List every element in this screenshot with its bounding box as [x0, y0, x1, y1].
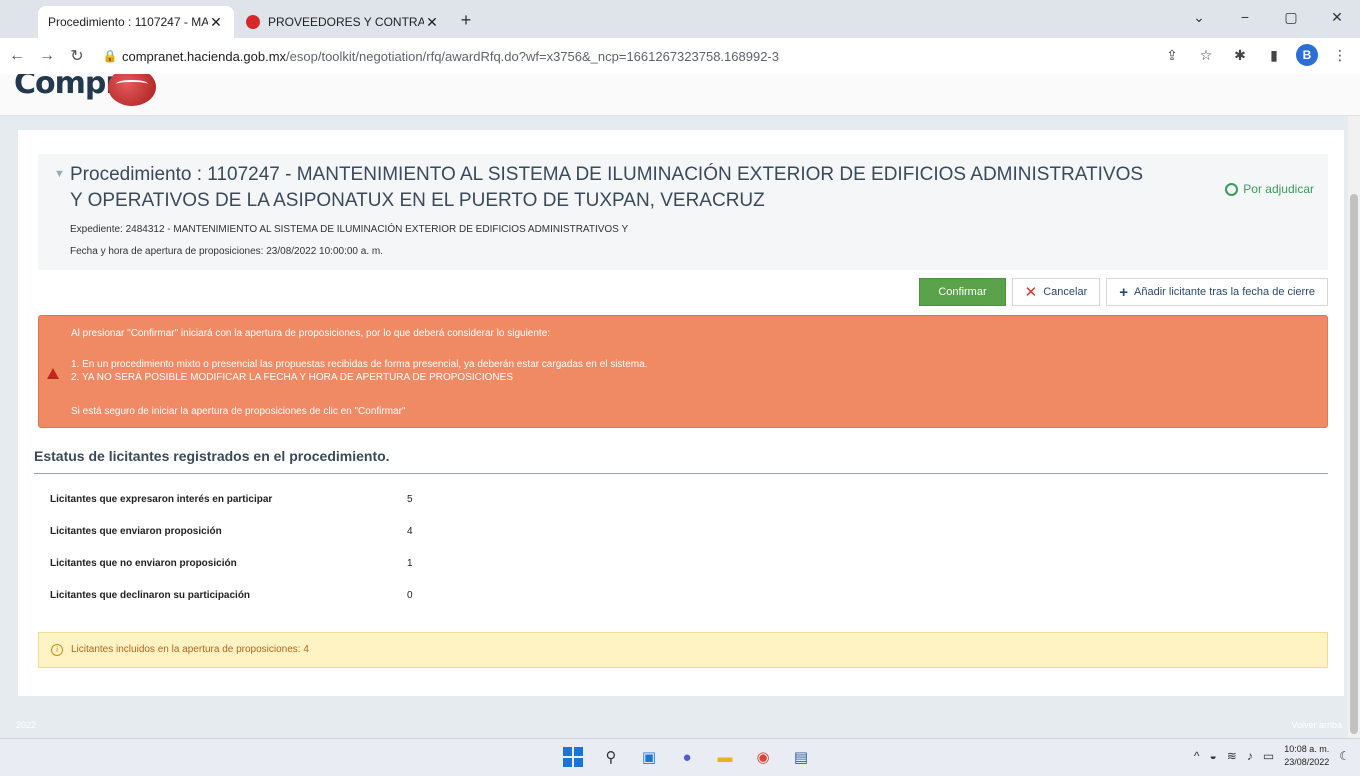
battery-icon[interactable]: ▭ — [1263, 749, 1274, 763]
main-panel: ▼ Procedimiento : 1107247 - MANTENIMIENT… — [18, 130, 1344, 696]
window-controls: ⌄ − ▢ ✕ — [1176, 0, 1360, 34]
section-divider — [34, 473, 1328, 474]
tab-proveedores[interactable]: PROVEEDORES Y CONTRATISTAS ✕ — [236, 6, 450, 38]
site-header: Compra — [0, 74, 1360, 116]
info-icon: i — [51, 644, 63, 656]
stat-label: Licitantes que expresaron interés en par… — [50, 494, 273, 505]
warning-alert: Al presionar "Confirmar" iniciará con la… — [38, 315, 1328, 428]
tab-title: PROVEEDORES Y CONTRATISTAS — [268, 15, 424, 29]
stat-value: 0 — [407, 590, 413, 601]
back-arrow-icon[interactable]: ← — [4, 43, 30, 69]
favicon-icon — [246, 15, 260, 29]
notification-icon[interactable]: ☾ — [1339, 749, 1350, 763]
tab-procedimiento[interactable]: Procedimiento : 1107247 - MAN ✕ — [38, 6, 234, 38]
warning-line-3: 2. YA NO SERÁ POSIBLE MODIFICAR LA FECHA… — [71, 372, 513, 383]
stat-value: 5 — [407, 494, 413, 505]
clock-icon — [1225, 182, 1239, 196]
browser-tab-bar: Procedimiento : 1107247 - MAN ✕ PROVEEDO… — [0, 0, 1360, 38]
menu-icon[interactable]: ⋮ — [1328, 43, 1352, 67]
warning-line-2: 1. En un procedimiento mixto o presencia… — [71, 359, 648, 370]
chevron-up-icon[interactable]: ^ — [1194, 749, 1200, 763]
system-tray: ^ ◒ ≋ ♪ ▭ 10:08 a. m. 23/08/2022 ☾ — [1194, 743, 1350, 769]
search-icon[interactable]: ⚲ — [600, 745, 622, 769]
extensions-icon[interactable]: ✱ — [1228, 43, 1252, 67]
tab-title: Procedimiento : 1107247 - MAN — [48, 15, 208, 29]
add-bidder-button[interactable]: + Añadir licitante tras la fecha de cierr… — [1106, 278, 1328, 306]
logo-globe-icon — [108, 74, 156, 106]
wifi-icon[interactable]: ≋ — [1227, 749, 1237, 763]
procedure-title: Procedimiento : 1107247 - MANTENIMIENTO … — [70, 164, 1144, 211]
new-tab-button[interactable]: + — [456, 10, 476, 31]
reload-icon[interactable]: ↻ — [64, 43, 90, 69]
address-bar[interactable]: compranet.hacienda.gob.mx/esop/toolkit/n… — [122, 49, 779, 64]
footer-year: 2022 — [16, 720, 37, 730]
word-icon[interactable]: ▤ — [790, 745, 812, 769]
clock-date: 23/08/2022 — [1284, 757, 1330, 767]
warning-line-1: Al presionar "Confirmar" iniciará con la… — [71, 328, 551, 339]
forward-arrow-icon[interactable]: → — [34, 43, 60, 69]
collapse-caret-icon[interactable]: ▼ — [54, 168, 65, 180]
network-icon[interactable]: ◒ — [1210, 749, 1217, 763]
scrollbar-thumb[interactable] — [1350, 194, 1358, 734]
file-explorer-icon[interactable]: ▬ — [714, 745, 736, 769]
add-bidder-label: Añadir licitante tras la fecha de cierre — [1134, 286, 1315, 298]
url-path: /esop/toolkit/negotiation/rfq/awardRfq.d… — [286, 48, 779, 64]
toolbar-actions: ⇪ ☆ ✱ ▮ B ⋮ — [1160, 43, 1352, 67]
confirm-button[interactable]: Confirmar — [919, 278, 1006, 306]
volume-icon[interactable]: ♪ — [1247, 749, 1253, 763]
stat-value: 1 — [407, 558, 413, 569]
action-buttons: Confirmar ✕ Cancelar + Añadir licitante tr… — [919, 278, 1328, 306]
cancel-label: Cancelar — [1043, 286, 1088, 298]
taskbar-apps: ⚲ ▣ ● ▬ ◉ ▤ — [562, 745, 812, 769]
stat-value: 4 — [407, 526, 413, 537]
sidepanel-icon[interactable]: ▮ — [1262, 43, 1286, 67]
chat-icon[interactable]: ● — [676, 745, 698, 769]
window-close-button[interactable]: ✕ — [1314, 0, 1360, 34]
stat-label: Licitantes que no enviaron proposición — [50, 558, 237, 569]
page-scrollbar[interactable] — [1348, 116, 1360, 738]
stat-label: Licitantes que declinaron su participaci… — [50, 590, 251, 601]
url-host: compranet.hacienda.gob.mx — [122, 48, 287, 64]
profile-avatar[interactable]: B — [1296, 44, 1318, 66]
chrome-icon[interactable]: ◉ — [752, 745, 774, 769]
windows-taskbar: ⚲ ▣ ● ▬ ◉ ▤ ^ ◒ ≋ ♪ ▭ 10:08 a. m. 23/08/… — [0, 738, 1360, 776]
clock-time: 10:08 a. m. — [1284, 744, 1330, 754]
star-icon[interactable]: ☆ — [1194, 43, 1218, 67]
status-label: Por adjudicar — [1243, 182, 1314, 196]
fecha-apertura-text: Fecha y hora de apertura de proposicione… — [70, 246, 383, 257]
lock-icon[interactable]: 🔒 — [100, 49, 120, 63]
share-icon[interactable]: ⇪ — [1160, 43, 1184, 67]
x-icon: ✕ — [1024, 284, 1038, 301]
warning-triangle-icon — [47, 368, 59, 379]
info-text: Licitantes incluidos en la apertura de p… — [71, 644, 309, 655]
stat-label: Licitantes que enviaron proposición — [50, 526, 222, 537]
maximize-button[interactable]: ▢ — [1268, 0, 1314, 34]
close-icon[interactable]: ✕ — [424, 14, 440, 31]
section-title: Estatus de licitantes registrados en el … — [34, 448, 390, 464]
task-view-icon[interactable]: ▣ — [638, 745, 660, 769]
procedure-header: ▼ Procedimiento : 1107247 - MANTENIMIENT… — [38, 154, 1328, 270]
cancel-button[interactable]: ✕ Cancelar — [1011, 278, 1101, 306]
chevron-down-icon[interactable]: ⌄ — [1176, 0, 1222, 34]
minimize-button[interactable]: − — [1222, 0, 1268, 34]
system-clock[interactable]: 10:08 a. m. 23/08/2022 — [1284, 743, 1329, 769]
expediente-text: Expediente: 2484312 - MANTENIMIENTO AL S… — [70, 224, 629, 235]
page-viewport: Compra ▼ Procedimiento : 1107247 - MANTE… — [0, 74, 1360, 738]
browser-toolbar: ← → ↻ 🔒 compranet.hacienda.gob.mx/esop/t… — [0, 38, 1360, 74]
plus-icon: + — [1119, 283, 1129, 301]
info-alert: i Licitantes incluidos en la apertura de… — [38, 632, 1328, 668]
status-badge: Por adjudicar — [1225, 182, 1314, 196]
close-icon[interactable]: ✕ — [208, 14, 224, 31]
windows-start-icon[interactable] — [562, 745, 584, 769]
back-to-top-link[interactable]: Volver arriba — [1291, 720, 1342, 730]
warning-line-4: Si está seguro de iniciar la apertura de… — [71, 406, 406, 417]
